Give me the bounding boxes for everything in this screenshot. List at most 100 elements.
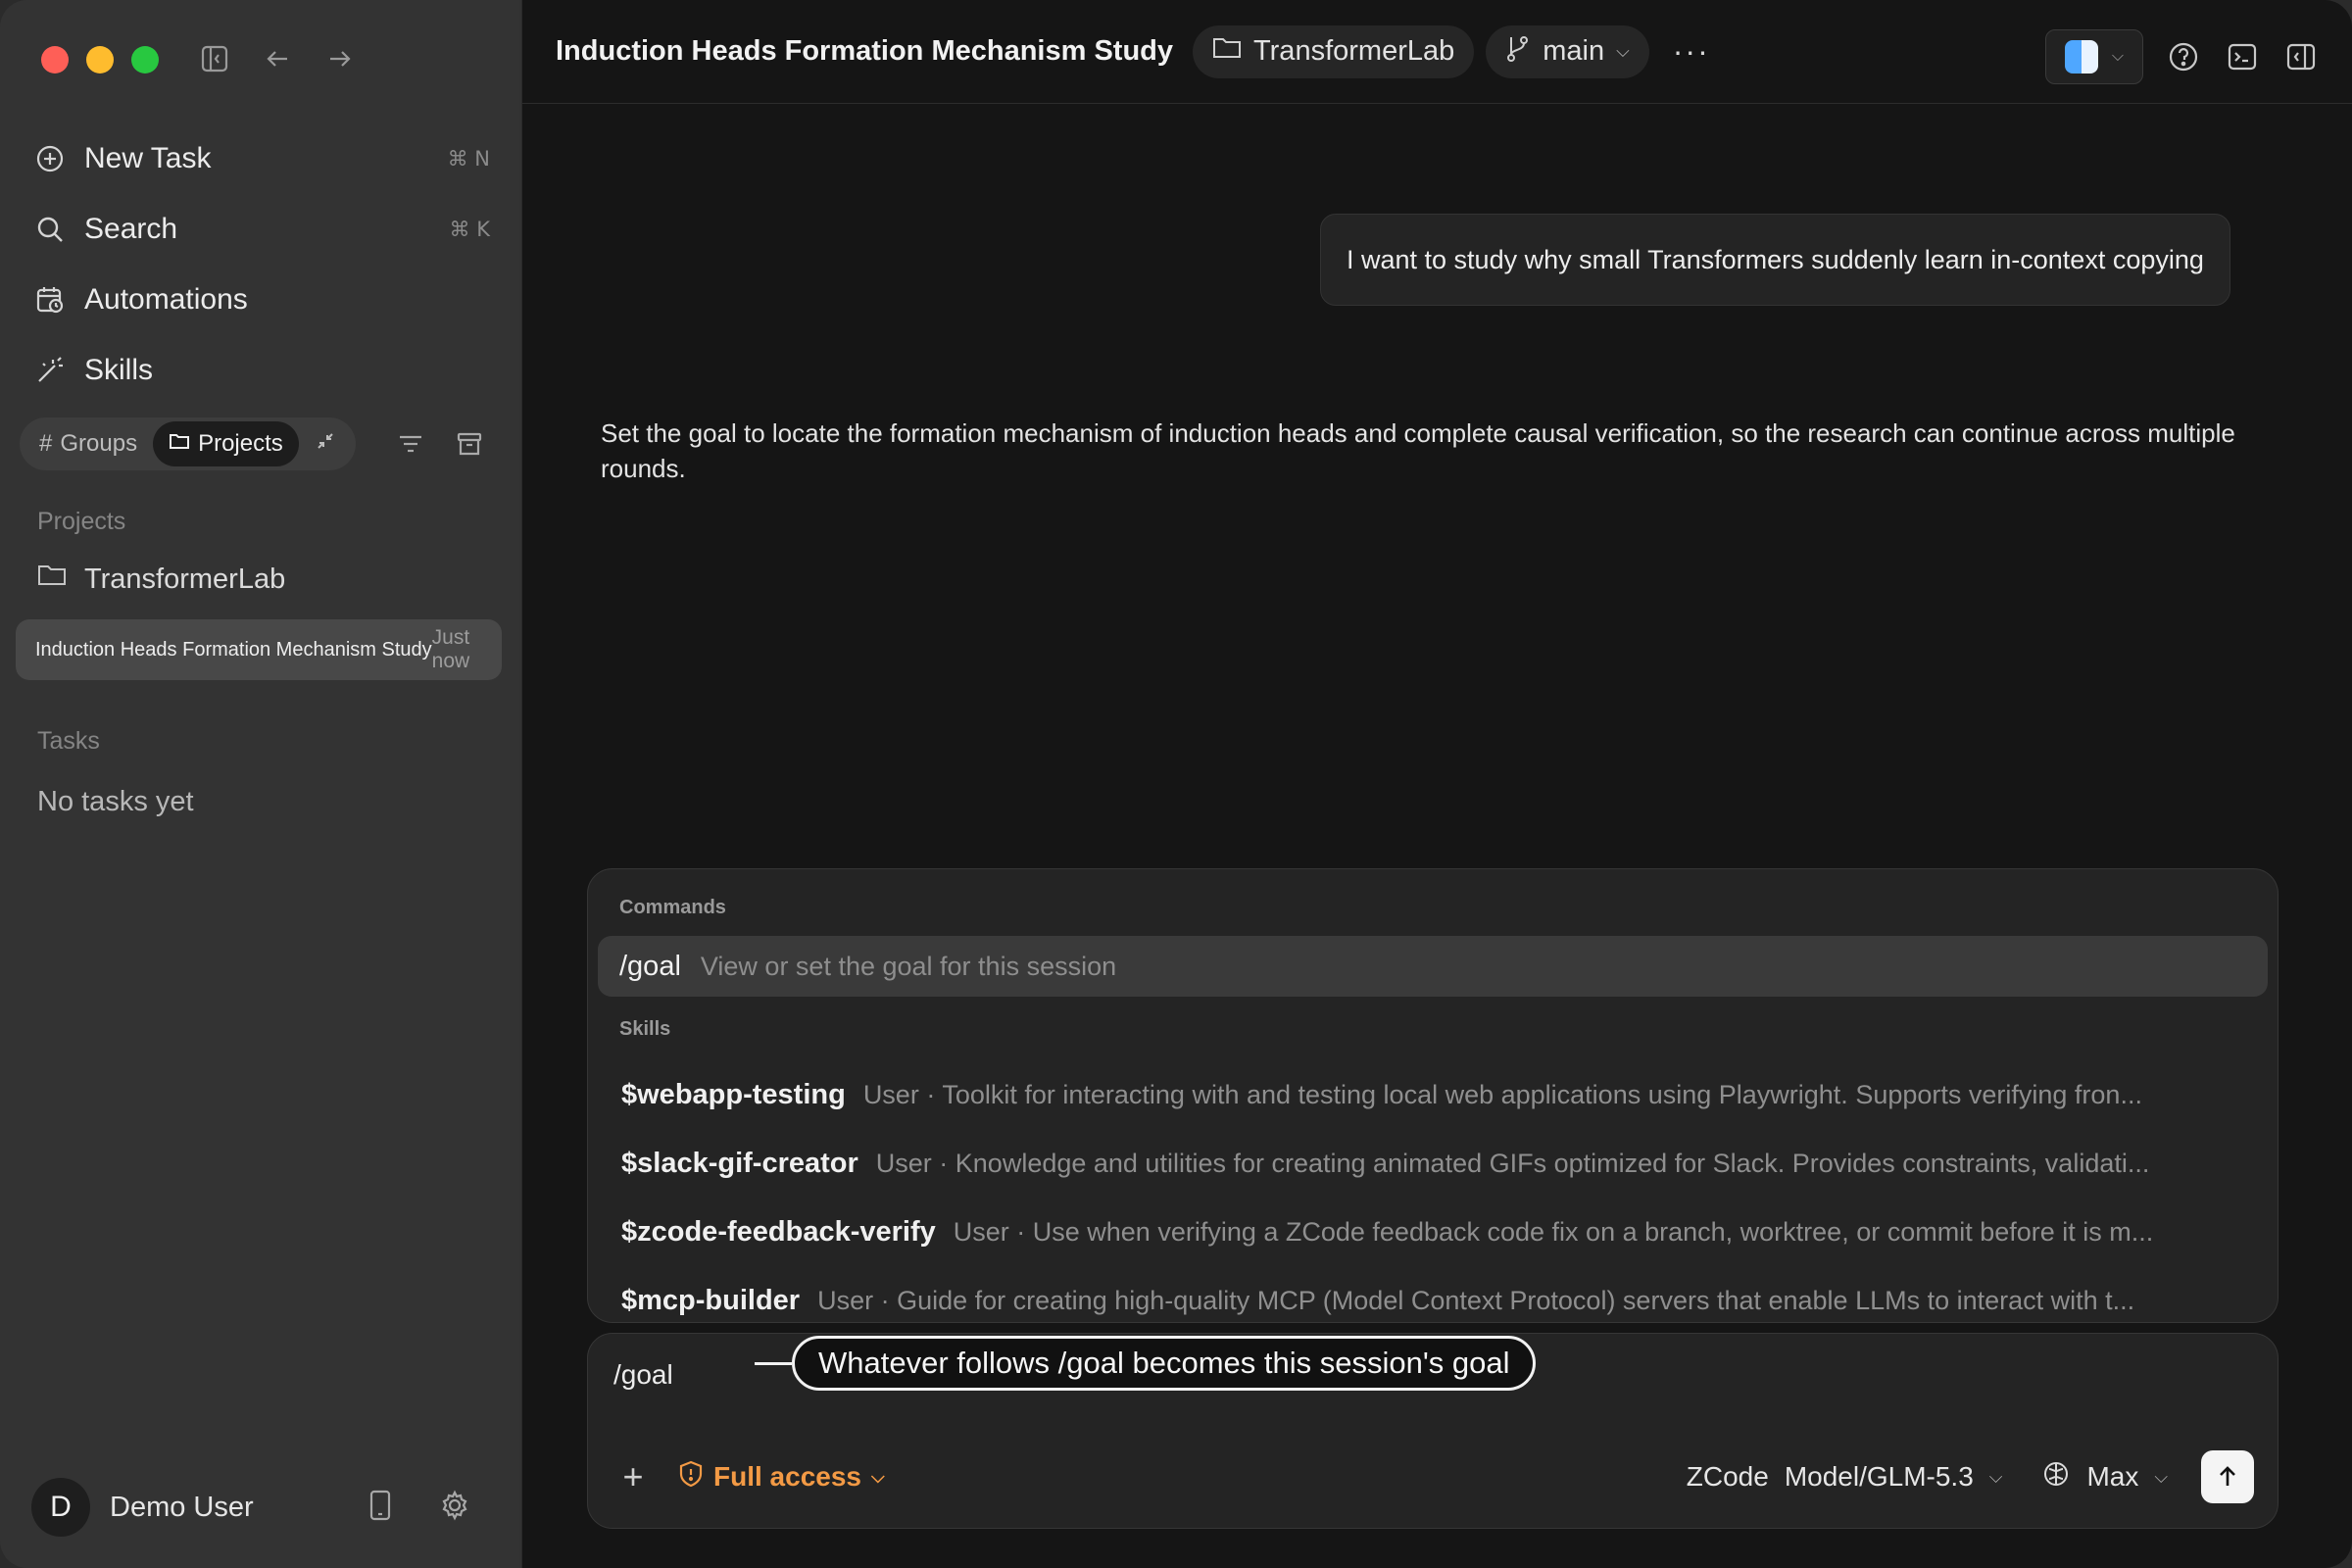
branch-label: main	[1543, 35, 1605, 67]
nav-label: Skills	[84, 354, 154, 386]
filter-icon[interactable]	[394, 427, 427, 461]
gear-icon[interactable]	[437, 1488, 472, 1523]
sidebar-nav: New Task ⌘ N Search ⌘ K Automations Skil…	[33, 123, 490, 406]
projects-heading: Projects	[37, 508, 126, 535]
help-icon[interactable]	[2165, 38, 2202, 75]
nav-skills[interactable]: Skills	[33, 335, 490, 406]
skill-description: User · Knowledge and utilities for creat…	[875, 1148, 2150, 1178]
nav-label: Automations	[84, 283, 248, 316]
nav-automations[interactable]: Automations	[33, 265, 490, 335]
topbar-actions: ⌵	[2045, 29, 2320, 84]
nav-label: Search	[84, 213, 178, 245]
nav-new-task[interactable]: New Task ⌘ N	[33, 123, 490, 194]
command-item-goal[interactable]: /goal View or set the goal for this sess…	[598, 936, 2268, 997]
skill-item[interactable]: $mcp-builder User · Guide for creating h…	[621, 1271, 2248, 1322]
add-attachment-button[interactable]: +	[613, 1456, 653, 1497]
project-chip[interactable]: TransformerLab	[1193, 24, 1475, 78]
mobile-device-icon[interactable]	[363, 1488, 398, 1523]
nav-search[interactable]: Search ⌘ K	[33, 194, 490, 265]
skill-name: $mcp-builder	[621, 1284, 801, 1316]
skill-description: User · Use when verifying a ZCode feedba…	[953, 1216, 2154, 1247]
task-time: Just now	[431, 626, 470, 672]
message-composer[interactable]: /goal Whatever follows /goal becomes thi…	[587, 1333, 2278, 1529]
task-item-active[interactable]: Induction Heads Formation Mechanism Stud…	[16, 619, 502, 680]
finder-icon	[2064, 40, 2098, 74]
composer-toolbar: + Full access ⌵ ZCode Model/GLM-5.3 ⌵ Ma…	[613, 1449, 2254, 1504]
user-actions	[363, 1488, 472, 1523]
open-in-app-button[interactable]: ⌵	[2045, 29, 2143, 84]
folder-icon	[1212, 35, 1242, 69]
window-controls	[41, 46, 159, 74]
main-panel: Induction Heads Formation Mechanism Stud…	[521, 0, 2352, 1568]
skill-name: $slack-gif-creator	[621, 1147, 858, 1179]
skill-name: $zcode-feedback-verify	[621, 1215, 936, 1248]
arrow-up-icon	[2220, 1466, 2235, 1486]
chevron-down-icon: ⌵	[2111, 48, 2125, 65]
chevron-down-icon[interactable]: ⌵	[2154, 1467, 2168, 1488]
archive-icon[interactable]	[453, 427, 486, 461]
minimize-window-button[interactable]	[86, 46, 114, 74]
tasks-heading: Tasks	[37, 727, 100, 755]
project-name: TransformerLab	[84, 563, 286, 595]
app-window: New Task ⌘ N Search ⌘ K Automations Skil…	[0, 0, 2352, 1568]
user-profile[interactable]: D Demo User	[31, 1478, 254, 1537]
sidebar-tools	[304, 427, 486, 461]
avatar: D	[31, 1478, 90, 1537]
effort-level[interactable]: Max	[2086, 1461, 2138, 1493]
skills-header: Skills	[619, 1018, 671, 1040]
callout-connector	[755, 1362, 792, 1365]
skill-description: User · Toolkit for interacting with and …	[862, 1079, 2142, 1109]
git-branch-icon	[1505, 33, 1531, 71]
user-name: Demo User	[110, 1491, 254, 1523]
page-title: Induction Heads Formation Mechanism Stud…	[556, 35, 1174, 67]
composer-input[interactable]: /goal	[613, 1359, 673, 1391]
more-options-button[interactable]: ···	[1673, 33, 1710, 70]
terminal-icon[interactable]	[2224, 38, 2261, 75]
command-name: /goal	[619, 950, 681, 982]
magic-wand-icon	[33, 354, 67, 387]
close-window-button[interactable]	[41, 46, 69, 74]
calendar-clock-icon	[33, 283, 67, 317]
command-palette: Commands /goal View or set the goal for …	[587, 868, 2278, 1323]
forward-arrow-icon[interactable]	[325, 41, 355, 76]
skill-name: $webapp-testing	[621, 1078, 846, 1110]
hash-icon: #	[39, 430, 53, 457]
plus-circle-icon	[33, 142, 67, 175]
access-level-dropdown[interactable]: Full access ⌵	[678, 1460, 885, 1494]
projects-toggle[interactable]: Projects	[153, 421, 299, 466]
task-title: Induction Heads Formation Mechanism Stud…	[35, 638, 432, 661]
back-arrow-icon[interactable]	[263, 41, 292, 76]
skill-item[interactable]: $zcode-feedback-verify User · Use when v…	[621, 1202, 2248, 1261]
chevron-down-icon[interactable]: ⌵	[1989, 1467, 2003, 1488]
shortcut-hint: ⌘ N	[447, 147, 490, 171]
commands-header: Commands	[619, 897, 726, 918]
chevron-down-icon: ⌵	[1616, 41, 1630, 61]
folder-icon	[169, 430, 190, 458]
command-description: View or set the goal for this session	[700, 951, 1117, 981]
model-provider[interactable]: ZCode	[1687, 1461, 1769, 1493]
right-panel-toggle-icon[interactable]	[2282, 38, 2320, 75]
folder-icon	[37, 563, 67, 596]
project-chip-label: TransformerLab	[1253, 35, 1455, 67]
send-button[interactable]	[2201, 1450, 2254, 1503]
access-label: Full access	[713, 1461, 861, 1492]
project-item[interactable]: TransformerLab	[37, 563, 285, 596]
model-name[interactable]: Model/GLM-5.3	[1785, 1461, 1974, 1493]
zoom-window-button[interactable]	[131, 46, 159, 74]
skill-item[interactable]: $webapp-testing User · Toolkit for inter…	[621, 1065, 2248, 1124]
assistant-message: Set the goal to locate the formation mec…	[601, 418, 2235, 483]
brain-icon	[2041, 1459, 2071, 1495]
annotation-callout: Whatever follows /goal becomes this sess…	[792, 1336, 1537, 1391]
tasks-empty-state: No tasks yet	[37, 786, 194, 817]
topbar: Induction Heads Formation Mechanism Stud…	[522, 0, 2352, 104]
sidebar-top-icons	[200, 41, 355, 76]
skill-item[interactable]: $slack-gif-creator User · Knowledge and …	[621, 1134, 2248, 1193]
shield-icon	[678, 1460, 704, 1494]
shortcut-hint: ⌘ K	[449, 218, 490, 241]
groups-label: Groups	[60, 430, 138, 457]
chevron-down-icon: ⌵	[870, 1466, 885, 1487]
skill-description: User · Guide for creating high-quality M…	[817, 1285, 2135, 1315]
branch-chip[interactable]: main ⌵	[1486, 24, 1649, 78]
groups-toggle[interactable]: # Groups	[24, 421, 153, 466]
sidebar-toggle-icon[interactable]	[200, 41, 229, 76]
